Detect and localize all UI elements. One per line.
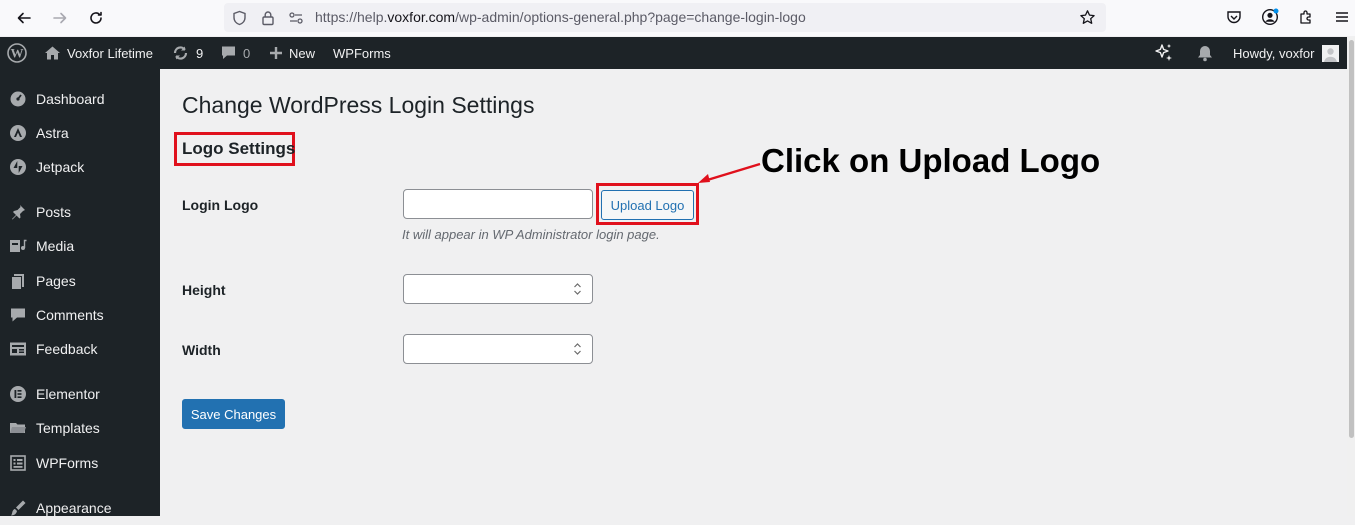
new-label: New	[289, 45, 316, 61]
permissions-icon[interactable]	[286, 8, 305, 27]
sidebar-item-media[interactable]: Media	[0, 229, 160, 263]
sidebar-item-label: Jetpack	[36, 159, 85, 175]
annotation-text: Click on Upload Logo	[761, 142, 1101, 179]
upload-logo-button[interactable]: Upload Logo	[601, 190, 694, 220]
login-logo-url-input[interactable]	[403, 189, 593, 219]
main-content: Change WordPress Login Settings Logo Set…	[160, 69, 1347, 516]
account-icon[interactable]	[1259, 6, 1281, 28]
sidebar-item-templates[interactable]: Templates	[0, 411, 160, 445]
forward-button[interactable]	[49, 7, 71, 29]
jetpack-icon	[0, 158, 36, 176]
login-logo-label: Login Logo	[182, 197, 259, 213]
my-account-link[interactable]: Howdy, voxfor	[1233, 37, 1340, 69]
sidebar-item-comments[interactable]: Comments	[0, 298, 160, 332]
width-label: Width	[182, 342, 221, 358]
page-title: Change WordPress Login Settings	[182, 92, 535, 118]
admin-sidebar: Dashboard Astra Jetpack Posts Media Page…	[0, 69, 160, 516]
section-title: Logo Settings	[182, 139, 296, 158]
url-bar[interactable]: https://help.voxfor.com/wp-admin/options…	[224, 3, 1106, 32]
comment-bubble-icon	[220, 45, 237, 61]
elementor-icon	[0, 385, 36, 403]
spinner-arrows-icon	[573, 343, 581, 355]
bell-icon	[1198, 46, 1212, 62]
sparkle-icon	[1155, 44, 1172, 61]
brush-icon	[0, 499, 36, 517]
comments-count: 0	[243, 45, 251, 61]
arrow-right-icon	[53, 12, 67, 24]
wp-logo-button[interactable]: W	[7, 37, 27, 69]
comment-icon	[0, 306, 36, 324]
sidebar-item-label: Astra	[36, 125, 69, 141]
sidebar-item-label: Pages	[36, 273, 76, 289]
site-name-label: Voxfor Lifetime	[67, 45, 153, 61]
sidebar-item-dashboard[interactable]: Dashboard	[0, 82, 160, 116]
save-changes-button[interactable]: Save Changes	[182, 399, 285, 429]
home-icon	[44, 45, 61, 61]
wp-admin-bar: W Voxfor Lifetime 9 0 New WPForms Howdy,…	[0, 37, 1347, 69]
media-icon	[0, 237, 36, 255]
reload-icon	[90, 11, 102, 24]
reload-button[interactable]	[85, 7, 107, 29]
wpforms-adminbar-label: WPForms	[333, 45, 391, 61]
svg-text:W: W	[11, 46, 24, 61]
login-logo-hint: It will appear in WP Administrator login…	[402, 227, 660, 242]
height-input[interactable]	[403, 274, 593, 304]
sidebar-item-label: Media	[36, 238, 75, 254]
sidebar-item-label: Posts	[36, 204, 72, 220]
spinner-arrows-icon	[573, 283, 581, 295]
height-spinner[interactable]	[572, 281, 582, 297]
sidebar-item-astra[interactable]: Astra	[0, 116, 160, 150]
browser-toolbar: https://help.voxfor.com/wp-admin/options…	[0, 0, 1355, 36]
sidebar-item-feedback[interactable]: Feedback	[0, 332, 160, 366]
width-input[interactable]	[403, 334, 593, 364]
sidebar-item-posts[interactable]: Posts	[0, 195, 160, 229]
annotation-arrow	[698, 162, 761, 183]
sidebar-item-label: Elementor	[36, 386, 100, 402]
lock-icon[interactable]	[258, 8, 277, 27]
arrow-left-icon	[17, 12, 31, 24]
extensions-icon[interactable]	[1295, 6, 1317, 28]
ai-sparkle-button[interactable]	[1153, 37, 1175, 69]
sidebar-item-elementor[interactable]: Elementor	[0, 377, 160, 411]
plus-icon	[269, 46, 283, 60]
pin-icon	[0, 203, 36, 221]
folder-icon	[0, 419, 36, 437]
pages-icon	[0, 272, 36, 290]
wordpress-logo-icon: W	[7, 43, 27, 63]
form-icon	[0, 454, 36, 472]
sidebar-item-label: WPForms	[36, 455, 99, 471]
bookmark-star-icon[interactable]	[1078, 8, 1097, 27]
wpforms-adminbar-link[interactable]: WPForms	[333, 37, 391, 69]
comments-link[interactable]: 0	[220, 37, 250, 69]
sidebar-item-label: Feedback	[36, 341, 98, 357]
howdy-label: Howdy, voxfor	[1233, 45, 1315, 61]
menu-icon[interactable]	[1331, 6, 1353, 28]
page-scrollbar-thumb[interactable]	[1349, 40, 1354, 438]
notifications-button[interactable]	[1196, 37, 1214, 69]
sidebar-item-jetpack[interactable]: Jetpack	[0, 150, 160, 184]
avatar	[1322, 44, 1340, 62]
sidebar-item-label: Comments	[36, 307, 104, 323]
sidebar-item-appearance[interactable]: Appearance	[0, 491, 160, 525]
shield-icon[interactable]	[230, 8, 249, 27]
height-label: Height	[182, 282, 226, 298]
sidebar-item-label: Dashboard	[36, 91, 105, 107]
width-spinner[interactable]	[572, 341, 582, 357]
updates-link[interactable]: 9	[171, 37, 203, 69]
sidebar-item-label: Appearance	[36, 500, 112, 516]
sidebar-item-label: Templates	[36, 420, 100, 436]
feedback-icon	[0, 340, 36, 358]
updates-count: 9	[196, 45, 204, 61]
url-text: https://help.voxfor.com/wp-admin/options…	[315, 9, 806, 25]
astra-icon	[0, 124, 36, 142]
pocket-icon[interactable]	[1223, 6, 1245, 28]
site-name-link[interactable]: Voxfor Lifetime	[44, 37, 153, 69]
new-content-link[interactable]: New	[269, 37, 315, 69]
dashboard-icon	[0, 90, 36, 108]
sidebar-item-wpforms[interactable]: WPForms	[0, 446, 160, 480]
updates-icon	[171, 44, 190, 62]
avatar-placeholder-icon	[1324, 47, 1338, 62]
back-button[interactable]	[13, 7, 35, 29]
sidebar-item-pages[interactable]: Pages	[0, 264, 160, 298]
